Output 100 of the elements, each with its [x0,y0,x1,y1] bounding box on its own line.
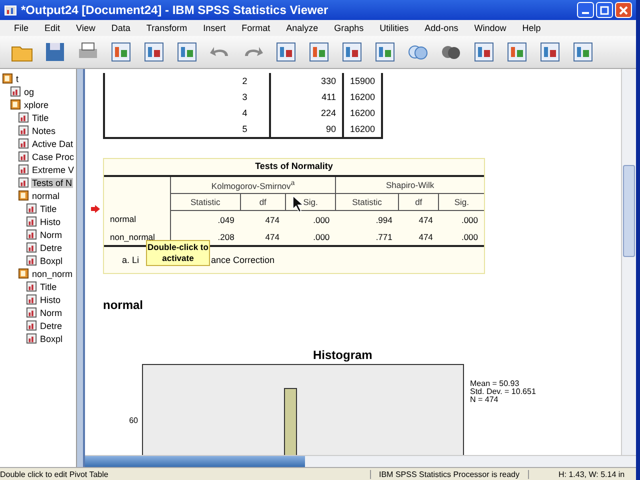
menu-item[interactable]: View [70,23,106,33]
table-cell: 411 [270,89,343,105]
document-icon [26,242,37,253]
outline-item[interactable]: xplore [23,100,50,110]
outline-item[interactable]: Detre [39,320,64,330]
tooltip: Double-click to activate [146,240,210,266]
pane-splitter[interactable] [77,69,85,467]
document-icon [18,177,29,188]
document-icon [26,320,37,331]
column-header: df [240,194,286,210]
table-cell: .771 [336,228,398,246]
menu-item[interactable]: Help [516,23,551,33]
table-cell: 474 [398,228,439,246]
table-cell: .000 [438,228,484,246]
minimize-icon [582,12,589,14]
table-cell: .049 [170,210,240,228]
table-title: Tests of Normality [254,161,334,173]
outline-item[interactable]: t [15,74,20,84]
table-cell: 224 [270,105,343,121]
table-cell: .000 [438,210,484,228]
menu-item[interactable]: File [8,23,39,33]
table-cell: 2 [104,73,270,89]
menu-item[interactable]: Graphs [328,23,374,33]
table-cell: 5 [104,121,270,138]
chart-statistic: Mean = 50.93 [470,380,520,388]
menu-item[interactable]: Data [105,23,140,33]
maximize-button[interactable] [596,2,613,18]
outline-item[interactable]: Extreme V [31,164,76,174]
menu-item[interactable]: Edit [38,23,70,33]
table-cell: 3 [104,89,270,105]
outline-item[interactable]: Notes [31,126,57,136]
outline-item[interactable]: Norm [39,230,63,240]
outline-item[interactable]: Norm [39,308,63,318]
column-header: Statistic [336,194,398,210]
chart-title: Histogram [312,348,374,362]
table-cell: 330 [270,73,343,89]
document-icon [26,216,37,227]
column-header: Statistic [170,194,240,210]
minimize-button[interactable] [577,2,594,18]
table-cell: .000 [285,228,336,246]
menu-item[interactable]: Insert [197,23,236,33]
column-group-header: Kolmogorov-Smirnov$^{a}$ [170,176,336,194]
column-header: df [398,194,439,210]
axis-tick-label: 60 [128,416,139,425]
outline-item[interactable]: Boxpl [39,256,64,266]
table-cell: 15900 [342,73,382,89]
footnote: a. Li [122,255,140,267]
vertical-scrollbar[interactable] [621,69,636,455]
mouse-pointer-icon [292,195,304,212]
document-icon [18,138,29,149]
document-icon [26,294,37,305]
table-cell: 16200 [342,121,382,138]
outline-item[interactable]: Active Dat [31,138,74,148]
document-icon [26,333,37,344]
selection-arrow-icon [91,205,100,213]
book-icon [2,73,13,84]
menu-item[interactable]: Format [236,23,280,33]
outline-item[interactable]: Boxpl [39,334,64,344]
document-icon [26,229,37,240]
outline-item[interactable]: Title [39,204,58,214]
table-cell: 474 [240,228,286,246]
table-cell: .000 [285,210,336,228]
document-icon [26,307,37,318]
horizontal-scrollbar[interactable] [85,455,636,467]
section-heading: normal [103,298,144,312]
book-icon [18,268,29,279]
outline-item[interactable]: Detre [39,242,64,252]
document-icon [26,281,37,292]
book-icon [10,99,21,110]
outline-item[interactable]: Title [31,112,50,122]
outline-item[interactable]: og [23,86,36,96]
document-icon [26,255,37,266]
menu-item[interactable]: Add-ons [418,23,468,33]
book-icon [18,190,29,201]
menu-item[interactable]: Utilities [374,23,419,33]
menu-item[interactable]: Window [468,23,516,33]
table-cell: .994 [336,210,398,228]
outline-item[interactable]: Case Proc [31,152,76,162]
outline-item[interactable]: Histo [39,294,62,304]
column-header: Sig. [438,194,484,210]
outline-item[interactable]: Tests of N [31,178,74,188]
menu-item[interactable]: Transform [140,23,198,33]
table-cell: 16200 [342,105,382,121]
status-processor: IBM SPSS Statistics Processor is ready [370,470,528,478]
row-label: normal [104,210,170,228]
outline-item[interactable]: non_norm [31,268,74,278]
table-cell: 90 [270,121,343,138]
footnote: ance Correction [211,255,275,267]
menu-item[interactable]: Analyze [280,23,328,33]
status-size: H: 1.43, W: 5.14 in [558,470,625,478]
close-button[interactable] [615,2,632,18]
outline-item[interactable]: normal [31,190,61,200]
maximize-icon [600,6,609,14]
pivot-table-frame[interactable] [103,158,485,274]
outline-item[interactable]: Histo [39,216,62,226]
table-cell: 16200 [342,89,382,105]
table-cell: 4 [104,105,270,121]
document-icon [18,164,29,175]
outline-item[interactable]: Title [39,282,58,292]
document-icon [18,112,29,123]
